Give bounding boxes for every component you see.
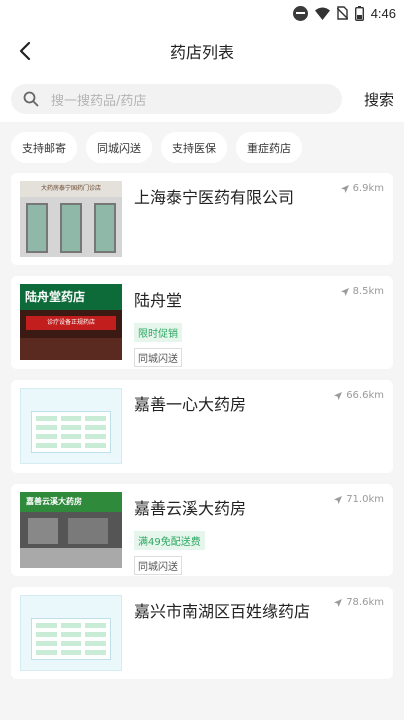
- promo-badge: 限时促销: [134, 323, 182, 342]
- filter-chips: 支持邮寄 同城闪送 支持医保 重症药店: [0, 122, 404, 168]
- back-button[interactable]: [10, 36, 40, 66]
- store-photo: 大药房泰宁国药门诊店: [20, 181, 122, 257]
- search-bar: 搜一搜药品/药店 搜索: [0, 76, 404, 122]
- status-bar: 4:46: [0, 0, 404, 26]
- search-placeholder: 搜一搜药品/药店: [51, 93, 147, 109]
- filter-chip-critical[interactable]: 重症药店: [236, 132, 302, 163]
- filter-chip-mail[interactable]: 支持邮寄: [11, 132, 77, 163]
- store-distance: 78.6km: [334, 597, 384, 608]
- top-nav-bar: 药店列表: [0, 26, 404, 76]
- battery-icon: [354, 5, 364, 21]
- store-card[interactable]: 大药房泰宁国药门诊店 上海泰宁医药有限公司 6.9km: [11, 173, 393, 265]
- search-input[interactable]: 搜一搜药品/药店: [11, 84, 342, 114]
- store-card[interactable]: 嘉善一心大药房 66.6km: [11, 380, 393, 473]
- store-photo: 陆舟堂药店 诊疗设备正规药店: [20, 284, 122, 360]
- store-photo-placeholder: [20, 595, 122, 671]
- store-list: 大药房泰宁国药门诊店 上海泰宁医药有限公司 6.9km 陆舟堂药店 诊疗设备正规…: [0, 168, 404, 679]
- store-distance: 6.9km: [340, 183, 384, 194]
- chevron-left-icon: [19, 41, 31, 61]
- store-photo: 嘉善云溪大药房: [20, 492, 122, 568]
- store-card[interactable]: 陆舟堂药店 诊疗设备正规药店 陆舟堂 限时促销 同城闪送 8.5km: [11, 276, 393, 369]
- location-arrow-icon: [334, 391, 343, 400]
- store-card[interactable]: 嘉善云溪大药房 嘉善云溪大药房 满49免配送费 同城闪送 71.0km: [11, 484, 393, 576]
- do-not-disturb-icon: [292, 5, 308, 21]
- location-arrow-icon: [334, 598, 343, 607]
- store-photo-placeholder: [20, 388, 122, 464]
- status-time: 4:46: [370, 5, 396, 21]
- location-arrow-icon: [334, 495, 343, 504]
- filter-chip-same-city[interactable]: 同城闪送: [86, 132, 152, 163]
- delivery-tag: 同城闪送: [134, 556, 182, 575]
- promo-badge: 满49免配送费: [134, 531, 205, 550]
- delivery-tag: 同城闪送: [134, 348, 182, 367]
- filter-chip-insurance[interactable]: 支持医保: [161, 132, 227, 163]
- store-distance: 8.5km: [340, 286, 384, 297]
- wifi-icon: [314, 7, 330, 20]
- location-arrow-icon: [340, 287, 349, 296]
- search-button[interactable]: 搜索: [342, 89, 394, 110]
- location-arrow-icon: [340, 184, 349, 193]
- search-icon: [23, 91, 39, 107]
- store-distance: 66.6km: [334, 390, 384, 401]
- store-card[interactable]: 嘉兴市南湖区百姓缘药店 78.6km: [11, 587, 393, 679]
- store-distance: 71.0km: [334, 494, 384, 505]
- page-title: 药店列表: [169, 43, 234, 62]
- no-sim-icon: [336, 6, 348, 20]
